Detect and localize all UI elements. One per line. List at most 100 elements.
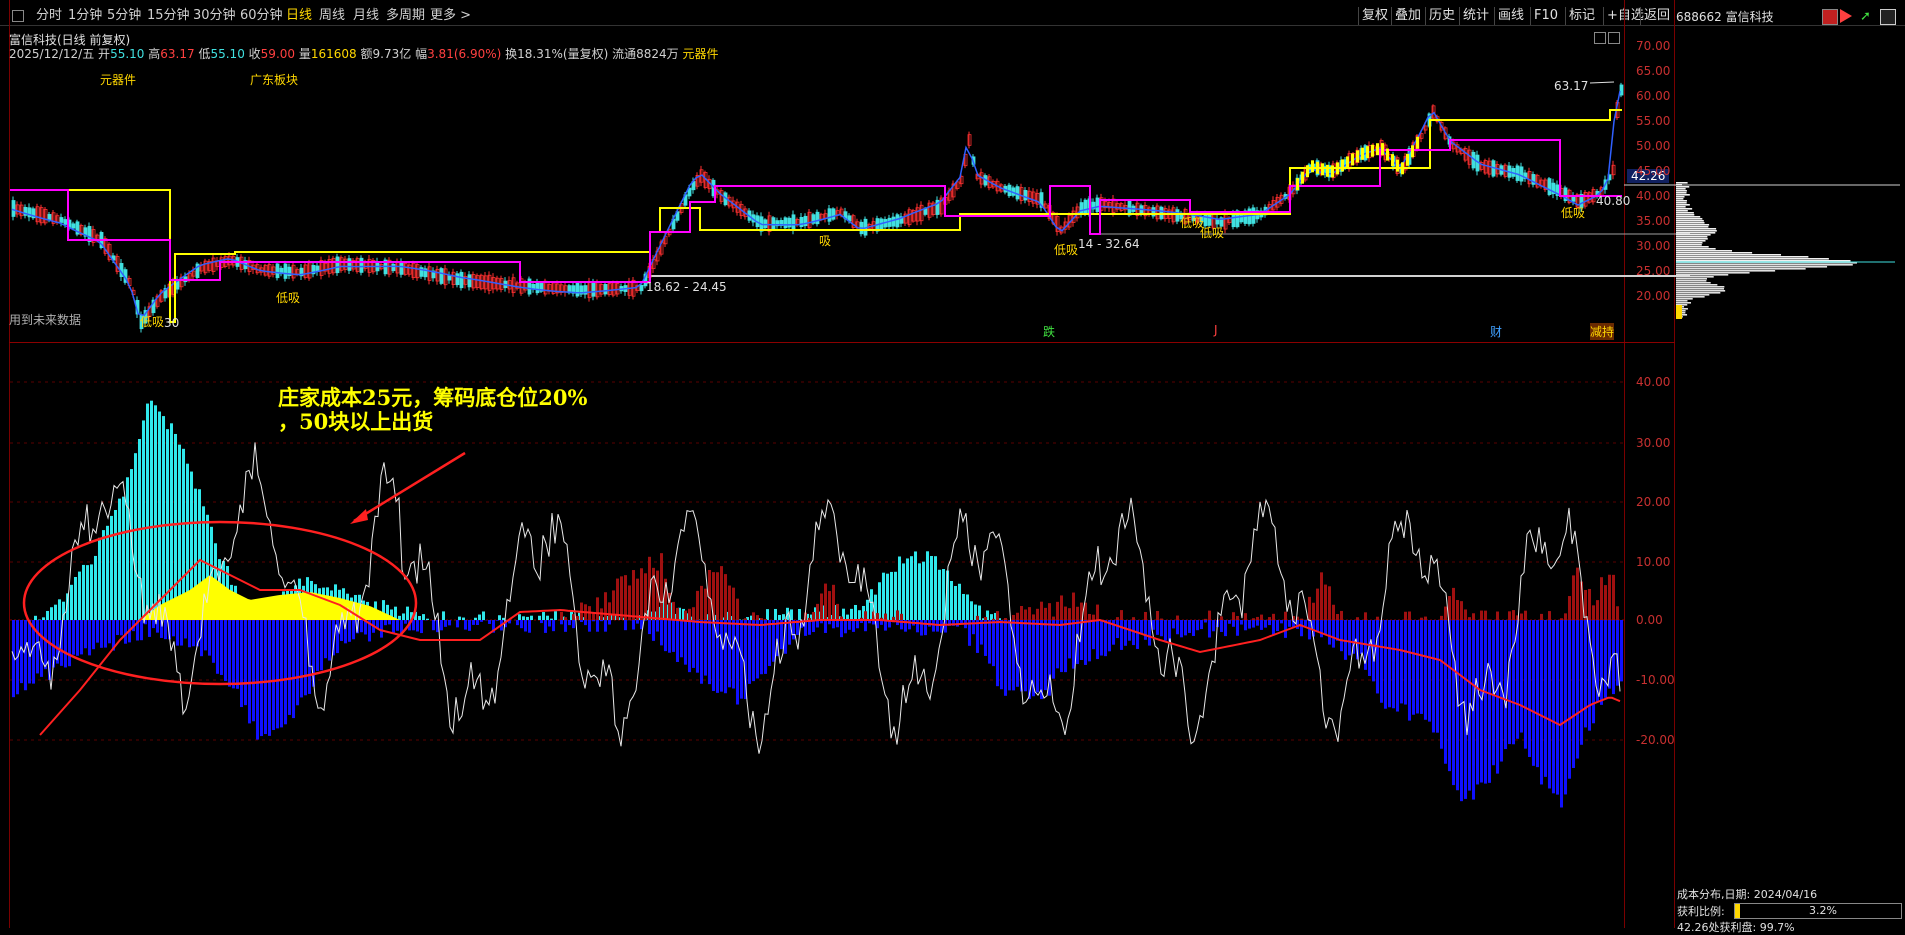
blue-bar — [280, 620, 283, 727]
blue-bar — [808, 620, 811, 635]
event-mark-j[interactable]: J — [1214, 323, 1218, 337]
cyan-bar — [518, 614, 521, 620]
red-bar — [984, 617, 987, 620]
blue-bar — [1528, 620, 1531, 757]
blue-bar — [1196, 620, 1199, 630]
red-bar — [1508, 611, 1511, 620]
red-bar — [1156, 611, 1159, 620]
red-bar — [1452, 588, 1455, 620]
blue-bar — [1380, 620, 1383, 703]
cyan-bar — [962, 594, 965, 620]
blue-bar — [216, 620, 219, 674]
red-bar — [1252, 618, 1255, 620]
blue-bar — [1280, 620, 1283, 623]
cyan-bar — [70, 585, 73, 620]
range-label-mid: 14 - 32.64 — [1078, 237, 1140, 251]
blue-bar — [864, 620, 867, 631]
red-bar — [1480, 611, 1483, 620]
event-mark-reduce[interactable]: 减持 — [1590, 323, 1614, 340]
cyan-bar — [98, 538, 101, 620]
blue-bar — [1268, 620, 1271, 625]
blue-bar — [636, 620, 639, 624]
chip-bar — [1676, 194, 1690, 196]
blue-bar — [924, 620, 927, 635]
cyan-bar — [526, 617, 529, 620]
cyan-bar — [406, 607, 409, 620]
blue-bar — [1096, 620, 1099, 659]
signal-candle — [1416, 137, 1419, 149]
candle — [576, 283, 579, 296]
red-bar — [1272, 614, 1275, 620]
signal-candle — [1306, 165, 1309, 177]
blue-bar — [1572, 620, 1575, 768]
signal-candle — [1356, 150, 1359, 162]
blue-bar — [1104, 620, 1107, 656]
cyan-bar — [522, 616, 525, 620]
red-bar — [692, 607, 695, 620]
blue-bar — [1192, 620, 1195, 636]
blue-bar — [496, 620, 499, 621]
blue-bar — [752, 620, 755, 681]
red-bar — [1596, 600, 1599, 620]
blue-bar — [384, 620, 387, 625]
blue-bar — [148, 620, 151, 637]
blue-bar — [100, 620, 103, 648]
event-mark-drop[interactable]: 跌 — [1043, 323, 1055, 340]
blue-bar — [180, 620, 183, 646]
event-mark-finance[interactable]: 财 — [1490, 323, 1502, 340]
red-bar — [1204, 619, 1207, 620]
blue-bar — [1480, 620, 1483, 783]
red-bar — [708, 570, 711, 620]
annotation-arrowhead — [350, 509, 368, 524]
blue-bar — [1484, 620, 1487, 784]
blue-bar — [1060, 620, 1063, 672]
blue-bar — [420, 620, 423, 633]
blue-bar — [252, 620, 255, 721]
blue-bar — [564, 620, 567, 632]
red-bar — [732, 588, 735, 620]
blue-bar — [700, 620, 703, 684]
cyan-bar — [538, 616, 541, 620]
blue-bar — [664, 620, 667, 651]
blue-bar — [1172, 620, 1175, 628]
candle — [348, 259, 351, 271]
blue-bar — [1256, 620, 1259, 626]
signal-candle — [1396, 160, 1399, 172]
price-tick: 45.00 — [1636, 164, 1670, 178]
blue-bar — [1300, 620, 1303, 636]
red-bar — [764, 619, 767, 620]
red-bar — [1232, 612, 1235, 620]
candle — [536, 281, 539, 292]
signal-candle — [1341, 159, 1344, 171]
blue-bar — [932, 620, 935, 632]
candle — [456, 274, 459, 285]
blue-bar — [996, 620, 999, 686]
blue-bar — [416, 620, 419, 631]
blue-bar — [232, 620, 235, 688]
chip-bar — [1676, 284, 1717, 286]
blue-bar — [1056, 620, 1059, 668]
red-bar — [1132, 617, 1135, 620]
price-chart[interactable] — [0, 0, 1905, 928]
red-bar — [688, 609, 691, 620]
cyan-bar — [766, 609, 769, 620]
red-bar — [1576, 568, 1579, 620]
cyan-bar — [426, 619, 429, 620]
blue-bar — [692, 620, 695, 668]
candle — [276, 264, 279, 278]
red-bar — [684, 611, 687, 620]
red-bar — [1048, 603, 1051, 620]
profit-value: 3.2% — [1809, 904, 1837, 917]
red-bar — [1564, 613, 1567, 620]
red-bar — [1608, 575, 1611, 620]
red-bar — [1332, 605, 1335, 620]
red-bar — [1496, 612, 1499, 620]
cyan-bar — [94, 556, 97, 620]
candle — [360, 258, 363, 272]
red-bar — [696, 591, 699, 620]
blue-bar — [1068, 620, 1071, 658]
red-bar — [1052, 617, 1055, 620]
high-arrow — [1590, 82, 1614, 83]
cyan-bar — [790, 609, 793, 620]
chip-bar — [1676, 182, 1688, 184]
